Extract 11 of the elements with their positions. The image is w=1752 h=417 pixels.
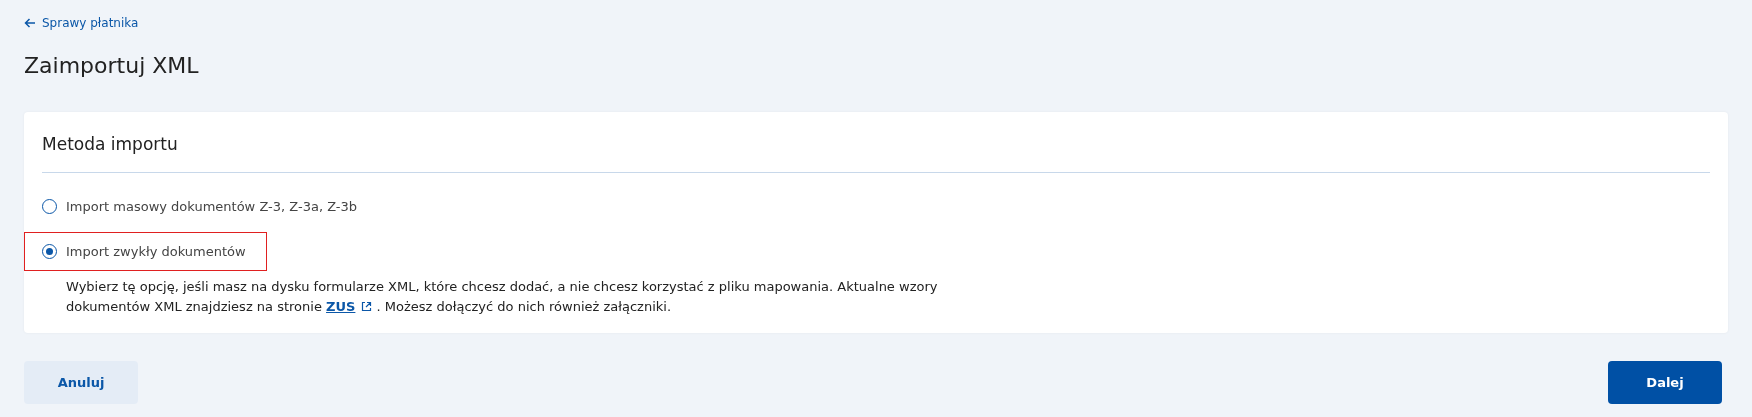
zus-link[interactable]: ZUS (326, 299, 373, 314)
radio-option[interactable]: Import masowy dokumentów Z-3, Z-3a, Z-3b (42, 199, 358, 214)
next-button[interactable]: Dalej (1608, 361, 1722, 404)
cancel-button[interactable]: Anuluj (24, 361, 138, 404)
back-link[interactable]: Sprawy płatnika (24, 16, 139, 30)
option-description: Wybierz tę opcję, jeśli masz na dysku formularze XML, które chcesz dodać, a nie chcesz korzystać z pliku mapowania. Aktualne wzory dokumentów XML znajdziesz na stronie ZUS . Możesz dołączyć do nich również załączniki. (66, 278, 939, 316)
section-heading: Metoda importu (42, 134, 179, 154)
external-link-icon (361, 301, 373, 312)
back-arrow-icon (24, 17, 36, 29)
highlighted-radio-option[interactable]: Import zwykły dokumentów (24, 232, 267, 271)
page-title: Zaimportuj XML (24, 53, 200, 78)
